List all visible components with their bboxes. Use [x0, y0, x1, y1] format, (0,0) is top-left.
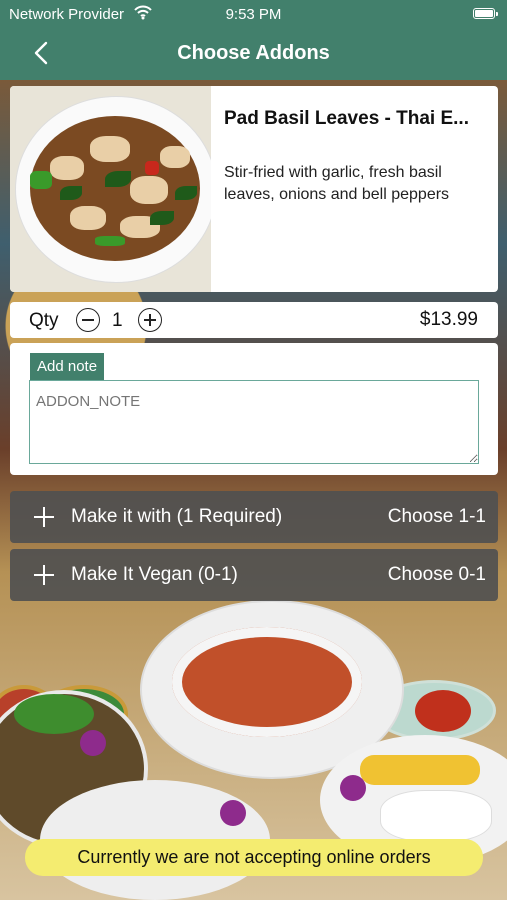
- clock: 9:53 PM: [225, 6, 282, 23]
- addon-group-label: Make It Vegan (0-1): [71, 564, 238, 585]
- tomato: [415, 690, 471, 732]
- status-bar: Network Provider 9:53 PM: [0, 0, 507, 28]
- orchid: [220, 800, 246, 826]
- addon-choose-range: Choose 0-1: [387, 564, 486, 585]
- dish-image: [10, 86, 211, 292]
- addon-group-label: Make it with (1 Required): [71, 506, 283, 527]
- addon-note-field[interactable]: [29, 380, 479, 464]
- quantity-label: Qty: [29, 310, 59, 331]
- orchid: [80, 730, 106, 756]
- plus-icon: [34, 507, 54, 527]
- increase-quantity-button[interactable]: [138, 308, 162, 332]
- quantity-value: 1: [112, 310, 123, 331]
- item-name: Pad Basil Leaves - Thai E...: [224, 108, 469, 129]
- quantity-row: Qty 1 $13.99: [10, 302, 498, 338]
- decrease-quantity-button[interactable]: [76, 308, 100, 332]
- addon-group-make-it-with[interactable]: Make it with (1 Required) Choose 1-1: [10, 491, 498, 543]
- item-price: $13.99: [419, 309, 478, 330]
- plus-icon: [34, 565, 54, 585]
- item-card: Pad Basil Leaves - Thai E... Stir-fried …: [10, 86, 498, 292]
- item-description: Stir-fried with garlic, fresh basil leav…: [224, 164, 450, 203]
- navigation-bar: Choose Addons: [0, 28, 507, 80]
- page-title: Choose Addons: [177, 42, 330, 64]
- battery-icon: [473, 8, 498, 19]
- add-note-label: Add note: [30, 353, 105, 380]
- addon-group-make-it-vegan[interactable]: Make It Vegan (0-1) Choose 0-1: [10, 549, 498, 601]
- addon-choose-range: Choose 1-1: [387, 506, 486, 527]
- note-section: Add note: [10, 343, 498, 475]
- orders-closed-banner: Currently we are not accepting online or…: [25, 839, 483, 876]
- orchid: [340, 775, 366, 801]
